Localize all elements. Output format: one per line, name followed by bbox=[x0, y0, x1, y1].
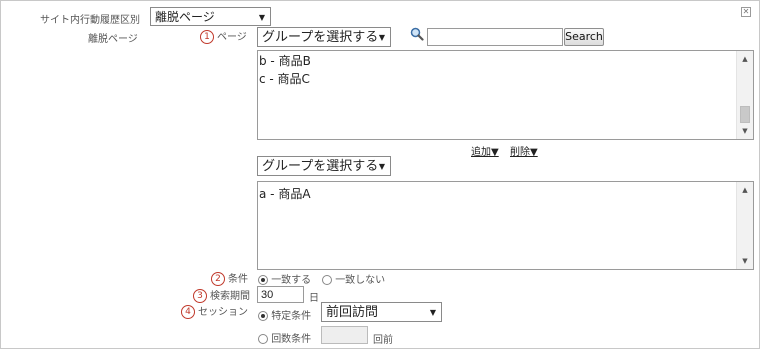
period-input[interactable] bbox=[257, 286, 304, 303]
radio-nomatch[interactable] bbox=[322, 275, 332, 285]
scroll-down-icon[interactable]: ▼ bbox=[737, 123, 753, 139]
exit-page-section-label: 離脱ページ bbox=[88, 34, 138, 45]
group-select-1[interactable]: グループを選択する ▼ bbox=[257, 27, 391, 47]
list-item[interactable]: b - 商品B bbox=[259, 52, 735, 70]
search-input[interactable] bbox=[427, 28, 563, 46]
history-type-value: 離脱ページ bbox=[155, 10, 215, 24]
period-label: 3 検索期間 bbox=[193, 287, 250, 303]
radio-count[interactable] bbox=[258, 334, 268, 344]
list-scrollbar[interactable]: ▲ ▼ bbox=[736, 182, 753, 269]
step-number-2: 2 bbox=[211, 272, 225, 286]
add-link[interactable]: 追加▼ bbox=[471, 143, 499, 158]
radio-match[interactable] bbox=[258, 275, 268, 285]
scroll-thumb[interactable] bbox=[740, 106, 750, 123]
scroll-down-icon[interactable]: ▼ bbox=[737, 253, 753, 269]
session-label-text: セッション bbox=[198, 307, 248, 318]
page-label-text: ページ bbox=[217, 32, 247, 43]
radio-specific[interactable] bbox=[258, 311, 268, 321]
close-icon[interactable]: ✕ bbox=[741, 7, 751, 17]
history-type-select[interactable]: 離脱ページ ▼ bbox=[150, 7, 271, 26]
group-select-2[interactable]: グループを選択する ▼ bbox=[257, 156, 391, 176]
period-label-text: 検索期間 bbox=[210, 291, 250, 302]
session-specific-select[interactable]: 前回訪問 ▼ bbox=[321, 302, 442, 322]
session-count-unit: 回前 bbox=[373, 335, 393, 346]
selected-pages-items: b - 商品B c - 商品C bbox=[259, 52, 735, 138]
group-select-2-value: グループを選択する bbox=[262, 159, 379, 174]
condition-label: 2 条件 bbox=[211, 270, 248, 286]
condition-nomatch-option[interactable]: 一致しない bbox=[322, 271, 385, 286]
session-specific-value: 前回訪問 bbox=[326, 305, 379, 320]
step-number-1: 1 bbox=[200, 30, 214, 44]
condition-match-option[interactable]: 一致する bbox=[258, 271, 311, 286]
step-number-3: 3 bbox=[193, 289, 207, 303]
page-label: 1 ページ bbox=[200, 28, 247, 44]
list-scrollbar[interactable]: ▲ ▼ bbox=[736, 51, 753, 139]
step-number-4: 4 bbox=[181, 305, 195, 319]
available-pages-list[interactable]: a - 商品A ▲ ▼ bbox=[257, 181, 754, 270]
condition-match-label: 一致する bbox=[271, 275, 312, 286]
scroll-up-icon[interactable]: ▲ bbox=[737, 182, 753, 198]
group-select-1-value: グループを選択する bbox=[262, 30, 379, 45]
session-count-option[interactable]: 回数条件 bbox=[258, 330, 311, 345]
search-button[interactable]: Search bbox=[564, 28, 604, 46]
condition-label-text: 条件 bbox=[228, 274, 248, 285]
condition-nomatch-label: 一致しない bbox=[335, 275, 386, 286]
session-label: 4 セッション bbox=[181, 303, 248, 319]
period-unit: 日 bbox=[309, 293, 319, 304]
session-specific-label: 特定条件 bbox=[271, 311, 312, 322]
session-specific-option[interactable]: 特定条件 bbox=[258, 307, 311, 322]
scroll-up-icon[interactable]: ▲ bbox=[737, 51, 753, 67]
chevron-down-icon: ▼ bbox=[378, 162, 385, 171]
available-pages-items: a - 商品A bbox=[259, 185, 735, 268]
chevron-down-icon: ▼ bbox=[429, 308, 436, 317]
delete-link[interactable]: 削除▼ bbox=[510, 143, 538, 158]
search-icon[interactable] bbox=[410, 27, 424, 41]
panel: サイト内行動履歴区別 離脱ページ ▼ ✕ 離脱ページ 1 ページ グループを選択す… bbox=[0, 0, 760, 349]
session-count-input[interactable] bbox=[321, 326, 368, 344]
list-item[interactable]: c - 商品C bbox=[259, 70, 735, 88]
list-item[interactable]: a - 商品A bbox=[259, 185, 735, 203]
selected-pages-list[interactable]: b - 商品B c - 商品C ▲ ▼ bbox=[257, 50, 754, 140]
session-count-label: 回数条件 bbox=[271, 334, 312, 345]
chevron-down-icon: ▼ bbox=[378, 33, 385, 42]
chevron-down-icon: ▼ bbox=[258, 13, 265, 22]
history-type-label: サイト内行動履歴区別 bbox=[40, 15, 140, 26]
